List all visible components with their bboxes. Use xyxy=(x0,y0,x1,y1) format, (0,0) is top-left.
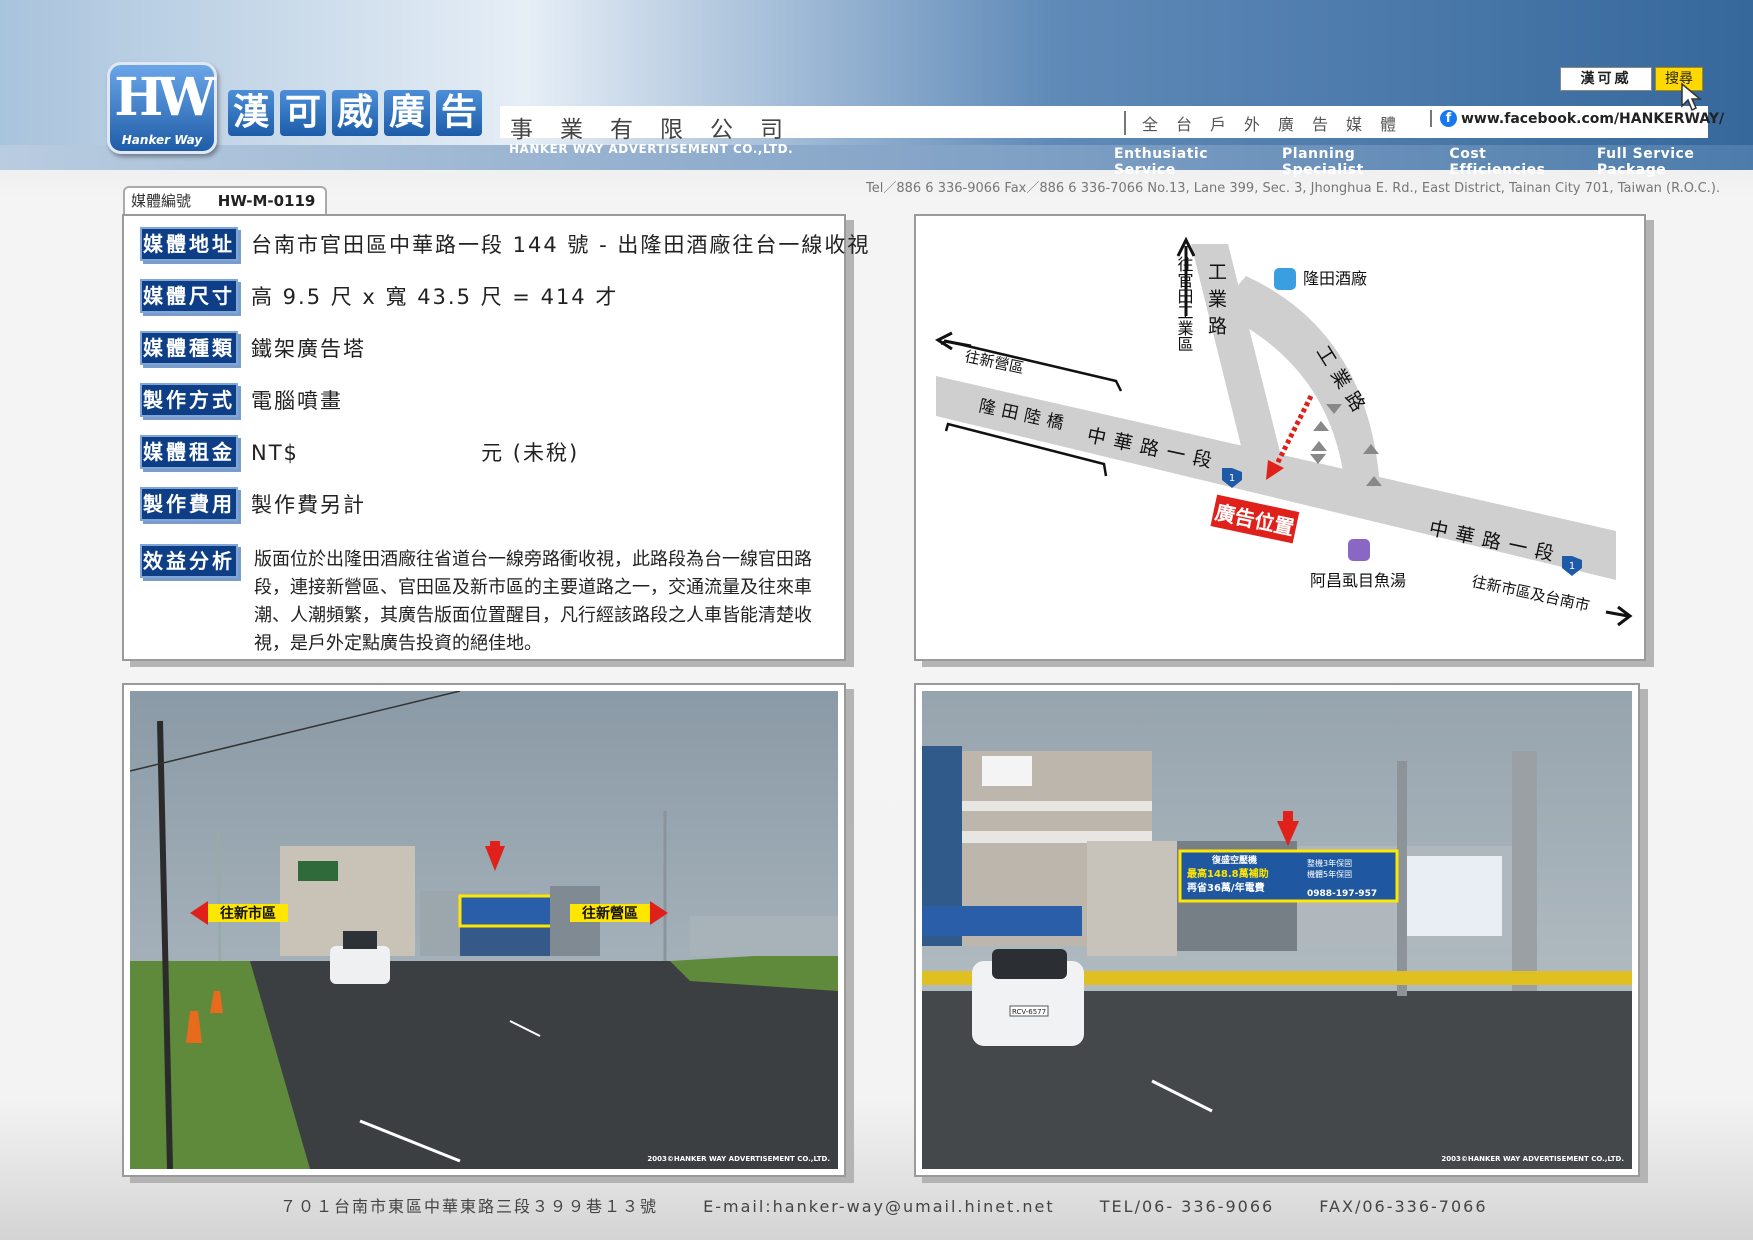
fish-soup-poi-icon xyxy=(1348,539,1370,561)
sign-to-xinying: 往新營區 xyxy=(582,905,638,922)
brand-char: 廣 xyxy=(384,90,430,136)
license-plate: RCV-6577 xyxy=(1012,1008,1046,1016)
map-drawing: 廣告位置 1 1 往官田工業區 工業路 工業路 隆田酒廠 往新營區 隆田陸橋 中… xyxy=(934,236,1633,627)
billboard-line1: 最高148.8萬補助 xyxy=(1187,867,1269,880)
map-label-winery: 隆田酒廠 xyxy=(1303,269,1367,288)
map-label-to-xinshi: 往新市區及台南市 xyxy=(1470,572,1591,615)
photo-copyright: 2003©HANKER WAY ADVERTISEMENT CO.,LTD. xyxy=(1441,1155,1624,1163)
arrow-west-icon xyxy=(934,331,972,351)
footer-fax: FAX/06-336-7066 xyxy=(1319,1197,1488,1216)
ad-position-marker: 廣告位置 xyxy=(1210,494,1300,544)
billboard-phone: 0988-197-957 xyxy=(1307,889,1377,899)
info-row-analysis: 效益分析 xyxy=(140,544,238,578)
location-map: 廣告位置 1 1 往官田工業區 工業路 工業路 隆田酒廠 往新營區 隆田陸橋 中… xyxy=(914,214,1646,661)
row-value: 高 9.5 尺 x 寬 43.5 尺 = 414 才 xyxy=(251,285,619,309)
arrow-east-icon xyxy=(1605,605,1633,627)
mouse-cursor-icon xyxy=(1681,82,1702,112)
facebook-icon: f xyxy=(1440,110,1457,127)
media-number-value: HW-M-0119 xyxy=(217,192,316,210)
logo-subtitle: Hanker Way xyxy=(121,133,203,147)
brand-char: 告 xyxy=(436,90,482,136)
logo-text: HW xyxy=(114,67,216,128)
row-label: 媒體地址 xyxy=(140,227,238,261)
media-info-panel: 媒體地址 台南市官田區中華路一段 144 號 - 出隆田酒廠往台一線收視 媒體尺… xyxy=(122,214,868,661)
info-row-address: 媒體地址 台南市官田區中華路一段 144 號 - 出隆田酒廠往台一線收視 xyxy=(140,227,870,261)
tagline: 全台戶外廣告媒體 xyxy=(1124,111,1414,135)
billboard-warranty1: 整機3年保固 xyxy=(1307,858,1352,868)
facebook-link[interactable]: f www.facebook.com/HANKERWAY/ xyxy=(1430,110,1724,127)
company-logo[interactable]: HW Hanker Way xyxy=(107,62,217,154)
services-list: Enthusiatic Service Planning Specialist … xyxy=(1114,146,1753,178)
billboard-brand: 復盛空壓機 xyxy=(1211,854,1257,866)
info-row-type: 媒體種類 鐵架廣告塔 xyxy=(140,331,366,365)
row-value: NT$ 元 (未稅) xyxy=(251,441,580,465)
facebook-url: www.facebook.com/HANKERWAY/ xyxy=(1461,110,1725,127)
svg-text:1: 1 xyxy=(1569,561,1575,572)
footer-address: ７０１台南市東區中華東路三段３９９巷１３號 xyxy=(280,1197,659,1216)
row-value: 台南市官田區中華路一段 144 號 - 出隆田酒廠往台一線收視 xyxy=(251,233,871,257)
company-name-zh: 事業有限公司 xyxy=(510,117,810,143)
company-name-en: HANKER WAY ADVERTISEMENT CO.,LTD. xyxy=(509,142,794,156)
map-label-to-industrial: 往官田工業區 xyxy=(1175,256,1194,352)
analysis-text: 版面位於出隆田酒廠往省道台一線旁路衝收視，此路段為台一線官田路段，連接新營區、官… xyxy=(254,549,812,654)
billboard-line2: 再省36萬/年電費 xyxy=(1187,881,1265,894)
route-1-badge: 1 xyxy=(1562,556,1582,576)
row-label: 媒體種類 xyxy=(140,331,238,365)
footer-tel: TEL/06- 336-9066 xyxy=(1099,1197,1275,1216)
info-row-cost: 製作費用 製作費另計 xyxy=(140,487,366,521)
billboard-warranty2: 機體5年保固 xyxy=(1307,869,1352,879)
media-number-label: 媒體編號 xyxy=(131,192,192,210)
map-label-fish-soup: 阿昌虱目魚湯 xyxy=(1310,571,1406,590)
search-input[interactable]: 漢可威 xyxy=(1560,67,1652,91)
brand-name: 漢 可 威 廣 告 xyxy=(228,90,482,136)
row-label: 媒體尺寸 xyxy=(140,279,238,313)
info-row-production: 製作方式 電腦噴畫 xyxy=(140,383,343,417)
photo-left[interactable]: 往新市區 往新營區 2003©HANKER WAY ADVERTISEMENT … xyxy=(122,683,846,1177)
service-item: Cost Efficiencies xyxy=(1449,146,1546,178)
info-row-rent: 媒體租金 NT$ 元 (未稅) xyxy=(140,435,579,469)
footer-email[interactable]: E-mail:hanker-way@umail.hinet.net xyxy=(703,1197,1055,1216)
brand-char: 漢 xyxy=(228,90,274,136)
info-row-size: 媒體尺寸 高 9.5 尺 x 寬 43.5 尺 = 414 才 xyxy=(140,279,618,313)
ad-direction-line xyxy=(1273,394,1314,468)
service-item: Planning Specialist xyxy=(1282,146,1364,178)
row-label: 媒體租金 xyxy=(140,435,238,469)
photo-copyright: 2003©HANKER WAY ADVERTISEMENT CO.,LTD. xyxy=(647,1155,830,1163)
map-label-gongye-road: 工業路 xyxy=(1205,262,1227,343)
winery-poi-icon xyxy=(1274,268,1296,290)
contact-info: Tel／886 6 336-9066 Fax／886 6 336-7066 No… xyxy=(866,181,1721,196)
brand-char: 可 xyxy=(280,90,326,136)
row-value: 電腦噴畫 xyxy=(251,389,343,413)
media-number-tab: 媒體編號 HW-M-0119 xyxy=(123,186,327,214)
service-item: Full Service Package xyxy=(1596,146,1695,178)
row-value: 製作費另計 xyxy=(251,493,366,517)
row-value: 鐵架廣告塔 xyxy=(251,337,366,361)
footer-contact: ７０１台南市東區中華東路三段３９９巷１３號 E-mail:hanker-way@… xyxy=(280,1193,1526,1217)
row-label: 效益分析 xyxy=(140,544,238,578)
car-left xyxy=(330,946,390,984)
row-label: 製作費用 xyxy=(140,487,238,521)
brand-char: 威 xyxy=(332,90,378,136)
street-photo-left: 往新市區 往新營區 2003©HANKER WAY ADVERTISEMENT … xyxy=(130,691,838,1169)
svg-text:1: 1 xyxy=(1229,473,1235,484)
sign-to-xinshi: 往新市區 xyxy=(220,905,276,922)
service-item: Enthusiatic Service xyxy=(1114,146,1209,178)
street-photo-right: 復盛空壓機 最高148.8萬補助 再省36萬/年電費 整機3年保固 機體5年保固… xyxy=(922,691,1632,1169)
photo-right[interactable]: 復盛空壓機 最高148.8萬補助 再省36萬/年電費 整機3年保固 機體5年保固… xyxy=(914,683,1640,1177)
row-label: 製作方式 xyxy=(140,383,238,417)
